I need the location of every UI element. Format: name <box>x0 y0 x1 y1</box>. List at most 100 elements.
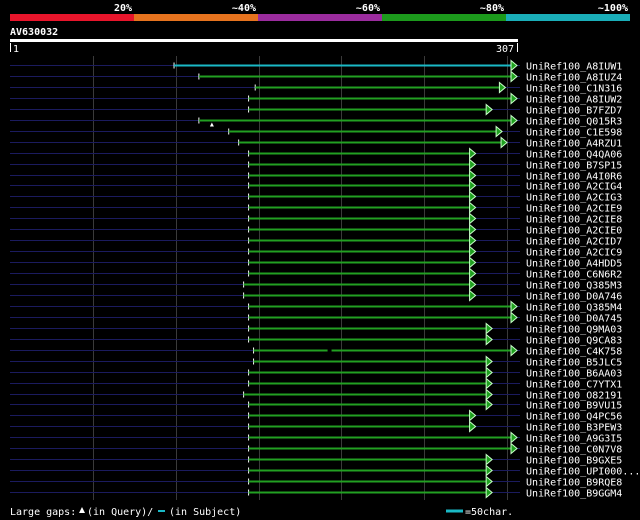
scale-segment-label: 20% <box>114 3 132 14</box>
hit-arrow-icon <box>510 442 518 455</box>
hit-arrow-icon <box>469 420 477 433</box>
hit-name-link[interactable]: UniRef100_C4K758 <box>526 347 622 358</box>
hit-row: UniRef100_Q9CA83 <box>10 333 622 347</box>
hit-row: UniRef100_A4HDD5 <box>10 256 622 270</box>
hit-name-link[interactable]: UniRef100_A8IUZ4 <box>526 73 622 84</box>
hit-row: UniRef100_A2CIC9 <box>10 245 622 259</box>
identity-scale-bar: 20% ~40% ~60% ~80% ~100% <box>10 3 630 21</box>
hit-arrow-icon <box>469 278 477 291</box>
hit-name-link[interactable]: UniRef100_C7YTX1 <box>526 380 622 391</box>
scale-segment-label: ~40% <box>232 3 256 14</box>
hit-arrow-icon <box>485 475 493 488</box>
hit-name-link[interactable]: UniRef100_B5JLC5 <box>526 358 622 369</box>
hit-row: UniRef100_C7YTX1 <box>10 377 622 391</box>
hit-name-link[interactable]: UniRef100_A2CIE0 <box>526 226 622 237</box>
hit-arrow-icon <box>510 431 518 444</box>
hit-name-link[interactable]: UniRef100_A2CIG4 <box>526 182 622 193</box>
hit-arrow-icon <box>469 223 477 236</box>
hit-row: UniRef100_Q385M3 <box>10 278 622 292</box>
hit-name-link[interactable]: UniRef100_A8IUW1 <box>526 62 622 73</box>
hit-arrow-icon <box>485 103 493 116</box>
hit-name-link[interactable]: UniRef100_C1E598 <box>526 128 622 139</box>
hit-arrow-icon <box>485 333 493 346</box>
hit-name-link[interactable]: UniRef100_Q4QA06 <box>526 150 622 161</box>
hit-name-link[interactable]: UniRef100_A2CIC9 <box>526 248 622 259</box>
hit-name-link[interactable]: UniRef100_A2CIG3 <box>526 193 622 204</box>
hit-name-link[interactable]: UniRef100_A2CID7 <box>526 237 622 248</box>
hit-name-link[interactable]: UniRef100_A9G3I5 <box>526 434 622 445</box>
hit-arrow-icon <box>469 289 477 302</box>
hit-name-link[interactable]: UniRef100_A4HDD5 <box>526 259 622 270</box>
query-name: AV630032 <box>10 27 58 38</box>
subject-gap-label: (in Subject) <box>169 507 241 518</box>
hit-name-link[interactable]: UniRef100_D0A746 <box>526 292 622 303</box>
scale-segment <box>10 14 134 21</box>
scale-segment <box>134 14 258 21</box>
hit-arrow-icon <box>510 70 518 83</box>
hit-name-link[interactable]: UniRef100_Q385M4 <box>526 303 622 314</box>
alignment-overview-diagram: 20% ~40% ~60% ~80% ~100% AV630032 1 307 UniR… <box>10 3 640 518</box>
hit-row: UniRef100_D0A746 <box>10 289 622 303</box>
scale-segment-label: ~100% <box>598 3 628 14</box>
hit-row: UniRef100_A2CIE9 <box>10 201 622 215</box>
gridlines <box>93 56 508 500</box>
hit-arrow-icon <box>485 388 493 401</box>
hit-name-link[interactable]: UniRef100_B9VU15 <box>526 401 622 412</box>
hit-name-link[interactable]: UniRef100_D0A745 <box>526 314 622 325</box>
hit-row: UniRef100_C4K758 <box>10 344 622 358</box>
hit-name-link[interactable]: UniRef100_A2CIE8 <box>526 215 622 226</box>
hit-name-link[interactable]: UniRef100_A8IUW2 <box>526 95 622 106</box>
hit-name-link[interactable]: UniRef100_B7SP15 <box>526 161 622 172</box>
hit-row: UniRef100_B6AA03 <box>10 366 622 380</box>
hit-arrow-icon <box>485 398 493 411</box>
query-gap-label: (in Query)/ <box>87 507 153 518</box>
hit-arrow-icon <box>485 453 493 466</box>
hit-name-link[interactable]: UniRef100_Q4PC56 <box>526 412 622 423</box>
hit-name-link[interactable]: UniRef100_B7FZD7 <box>526 106 622 117</box>
query-end-label: 307 <box>496 44 514 55</box>
hit-row: UniRef100_B9GXE5 <box>10 453 622 467</box>
hit-row: UniRef100_A2CIE8 <box>10 212 622 226</box>
hit-name-link[interactable]: UniRef100_B9RQE8 <box>526 478 622 489</box>
hit-arrow-icon <box>510 59 518 72</box>
hit-name-link[interactable]: UniRef100_UPI000... <box>526 467 640 478</box>
hit-name-link[interactable]: UniRef100_B9GGM4 <box>526 489 622 500</box>
hit-arrow-icon <box>485 322 493 335</box>
hit-arrow-icon <box>510 114 518 127</box>
hit-name-link[interactable]: UniRef100_Q015R3 <box>526 117 622 128</box>
query-gap-icon <box>209 122 214 127</box>
hit-row: UniRef100_UPI000... <box>10 464 640 478</box>
hit-row: UniRef100_C1N316 <box>10 81 622 95</box>
scale-segment-label: ~80% <box>480 3 504 14</box>
hit-name-link[interactable]: UniRef100_Q9MA03 <box>526 325 622 336</box>
hit-row: UniRef100_B9RQE8 <box>10 475 622 489</box>
hit-name-link[interactable]: UniRef100_B6AA03 <box>526 369 622 380</box>
hit-arrow-icon <box>510 344 518 357</box>
hit-name-link[interactable]: UniRef100_Q9CA83 <box>526 336 622 347</box>
query-bar <box>10 39 518 42</box>
hit-row: UniRef100_A2CID7 <box>10 234 622 248</box>
hit-name-link[interactable]: UniRef100_C6N6R2 <box>526 270 622 281</box>
hit-arrow-icon <box>469 158 477 171</box>
hit-row: UniRef100_Q015R3 <box>10 114 622 128</box>
hit-arrow-icon <box>469 256 477 269</box>
hit-row: UniRef100_B7SP15 <box>10 158 622 172</box>
hit-name-link[interactable]: UniRef100_A2CIE9 <box>526 204 622 215</box>
hit-name-link[interactable]: UniRef100_B3PEW3 <box>526 423 622 434</box>
hit-name-link[interactable]: UniRef100_C0N7V8 <box>526 445 622 456</box>
hit-row: UniRef100_Q385M4 <box>10 300 622 314</box>
hit-name-link[interactable]: UniRef100_C1N316 <box>526 84 622 95</box>
hit-name-link[interactable]: UniRef100_B9GXE5 <box>526 456 622 467</box>
hit-arrow-icon <box>469 234 477 247</box>
hit-row: UniRef100_B9GGM4 <box>10 486 622 500</box>
hit-name-link[interactable]: UniRef100_A4RZU1 <box>526 139 622 150</box>
hit-name-link[interactable]: UniRef100_Q385M3 <box>526 281 622 292</box>
hit-arrow-icon <box>469 212 477 225</box>
hit-arrow-icon <box>469 169 477 182</box>
hit-row: UniRef100_A8IUZ4 <box>10 70 622 84</box>
hit-row: UniRef100_B7FZD7 <box>10 103 622 117</box>
gaps-label: Large gaps: <box>10 507 76 518</box>
hit-arrow-icon <box>500 136 508 149</box>
hit-row: UniRef100_D0A745 <box>10 311 622 325</box>
hit-row: UniRef100_A2CIE0 <box>10 223 622 237</box>
